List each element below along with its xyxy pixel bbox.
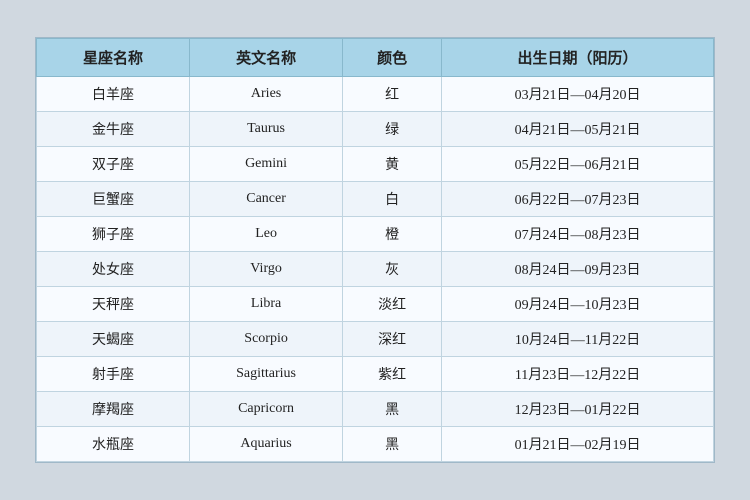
- table-row: 金牛座Taurus绿04月21日—05月21日: [37, 112, 714, 147]
- cell-english: Virgo: [190, 252, 343, 287]
- cell-dates: 11月23日—12月22日: [442, 357, 714, 392]
- cell-dates: 12月23日—01月22日: [442, 392, 714, 427]
- cell-chinese: 巨蟹座: [37, 182, 190, 217]
- cell-chinese: 天蝎座: [37, 322, 190, 357]
- cell-color: 深红: [343, 322, 442, 357]
- cell-chinese: 双子座: [37, 147, 190, 182]
- cell-chinese: 金牛座: [37, 112, 190, 147]
- cell-color: 黄: [343, 147, 442, 182]
- table-row: 双子座Gemini黄05月22日—06月21日: [37, 147, 714, 182]
- col-header-chinese: 星座名称: [37, 39, 190, 77]
- cell-color: 绿: [343, 112, 442, 147]
- cell-dates: 05月22日—06月21日: [442, 147, 714, 182]
- cell-color: 黑: [343, 392, 442, 427]
- table-row: 天秤座Libra淡红09月24日—10月23日: [37, 287, 714, 322]
- table-body: 白羊座Aries红03月21日—04月20日金牛座Taurus绿04月21日—0…: [37, 77, 714, 462]
- cell-english: Scorpio: [190, 322, 343, 357]
- table-row: 狮子座Leo橙07月24日—08月23日: [37, 217, 714, 252]
- cell-dates: 10月24日—11月22日: [442, 322, 714, 357]
- cell-chinese: 摩羯座: [37, 392, 190, 427]
- col-header-english: 英文名称: [190, 39, 343, 77]
- cell-english: Gemini: [190, 147, 343, 182]
- table-row: 水瓶座Aquarius黑01月21日—02月19日: [37, 427, 714, 462]
- table-row: 白羊座Aries红03月21日—04月20日: [37, 77, 714, 112]
- cell-color: 淡红: [343, 287, 442, 322]
- cell-dates: 08月24日—09月23日: [442, 252, 714, 287]
- table-row: 天蝎座Scorpio深红10月24日—11月22日: [37, 322, 714, 357]
- col-header-dates: 出生日期（阳历）: [442, 39, 714, 77]
- table-row: 巨蟹座Cancer白06月22日—07月23日: [37, 182, 714, 217]
- cell-chinese: 水瓶座: [37, 427, 190, 462]
- cell-color: 灰: [343, 252, 442, 287]
- col-header-color: 颜色: [343, 39, 442, 77]
- cell-dates: 03月21日—04月20日: [442, 77, 714, 112]
- cell-english: Aquarius: [190, 427, 343, 462]
- cell-english: Taurus: [190, 112, 343, 147]
- table-row: 射手座Sagittarius紫红11月23日—12月22日: [37, 357, 714, 392]
- cell-dates: 09月24日—10月23日: [442, 287, 714, 322]
- cell-chinese: 射手座: [37, 357, 190, 392]
- cell-chinese: 处女座: [37, 252, 190, 287]
- cell-dates: 07月24日—08月23日: [442, 217, 714, 252]
- cell-color: 白: [343, 182, 442, 217]
- zodiac-table-container: 星座名称 英文名称 颜色 出生日期（阳历） 白羊座Aries红03月21日—04…: [35, 37, 715, 463]
- table-row: 摩羯座Capricorn黑12月23日—01月22日: [37, 392, 714, 427]
- cell-dates: 01月21日—02月19日: [442, 427, 714, 462]
- cell-english: Leo: [190, 217, 343, 252]
- cell-dates: 04月21日—05月21日: [442, 112, 714, 147]
- cell-color: 黑: [343, 427, 442, 462]
- cell-english: Sagittarius: [190, 357, 343, 392]
- cell-color: 紫红: [343, 357, 442, 392]
- cell-english: Libra: [190, 287, 343, 322]
- cell-english: Cancer: [190, 182, 343, 217]
- cell-dates: 06月22日—07月23日: [442, 182, 714, 217]
- table-row: 处女座Virgo灰08月24日—09月23日: [37, 252, 714, 287]
- cell-chinese: 白羊座: [37, 77, 190, 112]
- zodiac-table: 星座名称 英文名称 颜色 出生日期（阳历） 白羊座Aries红03月21日—04…: [36, 38, 714, 462]
- cell-color: 红: [343, 77, 442, 112]
- cell-english: Capricorn: [190, 392, 343, 427]
- cell-chinese: 天秤座: [37, 287, 190, 322]
- cell-color: 橙: [343, 217, 442, 252]
- cell-english: Aries: [190, 77, 343, 112]
- table-header-row: 星座名称 英文名称 颜色 出生日期（阳历）: [37, 39, 714, 77]
- cell-chinese: 狮子座: [37, 217, 190, 252]
